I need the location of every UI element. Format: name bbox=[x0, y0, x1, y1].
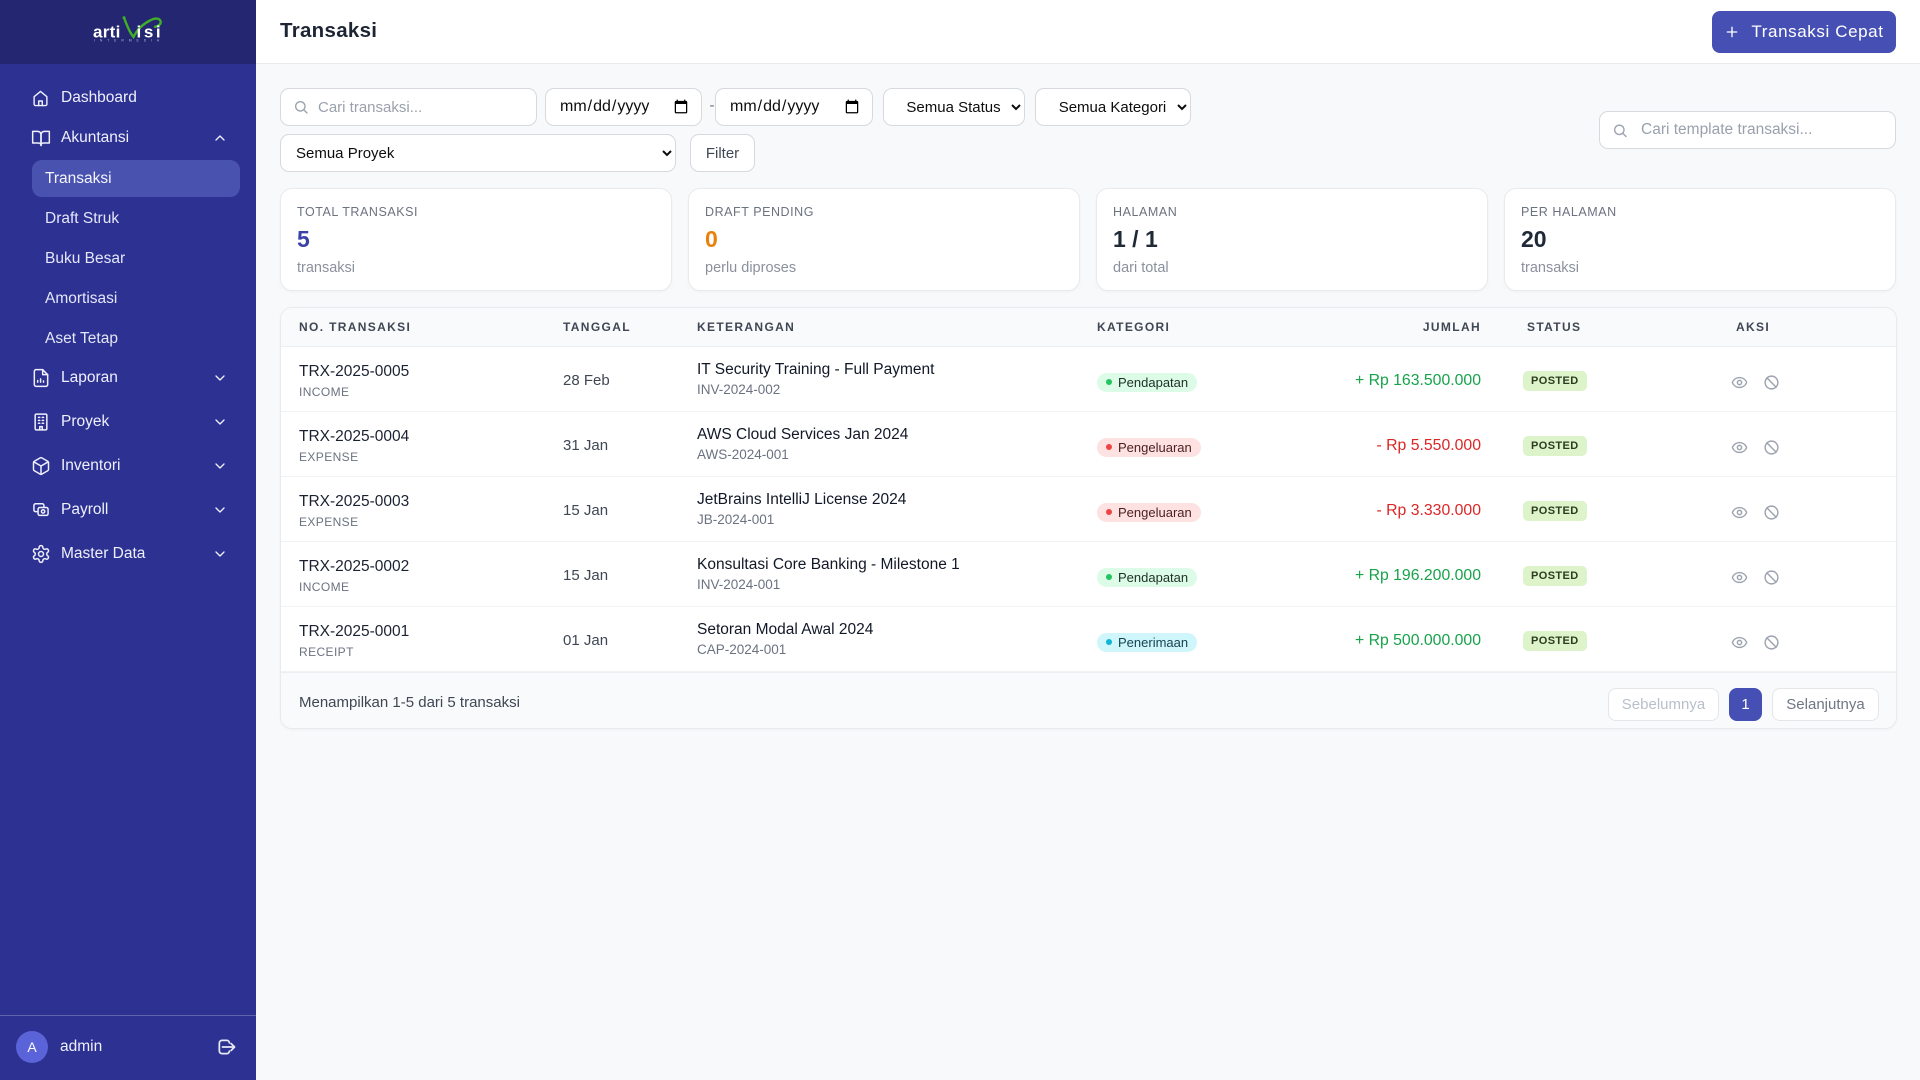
svg-text:I N T E R M E D I A: I N T E R M E D I A bbox=[94, 39, 161, 43]
